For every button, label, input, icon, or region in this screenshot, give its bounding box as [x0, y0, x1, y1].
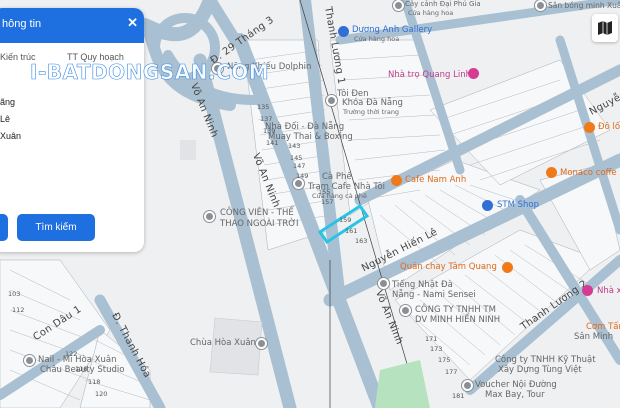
map-icon: [598, 21, 612, 35]
cafe-nam-anh-pin-icon[interactable]: [391, 175, 402, 186]
lot-number: 173: [430, 345, 443, 353]
lot-number: 159: [339, 216, 352, 224]
lot-number: 177: [445, 368, 458, 376]
nail-pin-icon[interactable]: [24, 355, 35, 366]
lot-number: 137: [260, 115, 273, 123]
search-button[interactable]: Tìm kiếm: [17, 214, 95, 241]
poi-ca-phe[interactable]: Cà Phê: [322, 172, 352, 182]
lot-number: 181: [452, 392, 465, 400]
class-pin-icon[interactable]: [326, 95, 337, 106]
back-button[interactable]: [0, 214, 8, 241]
field-pin-icon[interactable]: [535, 0, 546, 11]
poi-khoa-da-nang[interactable]: Khóa Đà Nẵng: [342, 98, 403, 108]
poi-do-lo[interactable]: Đô lố: [598, 122, 620, 132]
lot-number: 135: [257, 103, 270, 111]
lot-number: 120: [95, 390, 108, 398]
lot-number: 175: [438, 356, 451, 364]
poi-com-sub: Sân Minh: [574, 332, 614, 342]
shop-blue-pin-icon[interactable]: [482, 200, 493, 211]
poi-cay-canh-sub: Cửa hàng hoa: [408, 9, 454, 17]
poi-duong-anh-gallery[interactable]: Dương Anh Gallery: [352, 25, 432, 35]
lot-number: 155: [318, 188, 331, 196]
poi-cay-canh[interactable]: Cây cảnh Đại Phú Gia: [405, 0, 481, 8]
poi-stm-shop[interactable]: STM Shop: [497, 200, 539, 210]
language-pin-icon[interactable]: [378, 278, 389, 289]
poi-voucher[interactable]: Voucher Nội Đường: [475, 380, 557, 390]
panel-header: hông tin: [0, 8, 144, 43]
lot-number: 143: [288, 142, 301, 150]
list-item: Lê: [0, 114, 11, 124]
poi-nha-xu[interactable]: Nhà xu: [597, 286, 620, 296]
poi-khoa-sub: Trường thời trang: [343, 108, 400, 116]
poi-cong-ty-tm[interactable]: CÔNG TY TNHH TM DV MINH HIỂN NINH: [415, 305, 505, 325]
poi-monaco[interactable]: Monaco coffe: [560, 168, 617, 178]
lot-number: 149: [296, 172, 309, 180]
lot-number: 116: [75, 365, 88, 373]
lot-number: 147: [293, 162, 306, 170]
address-list: ãng Lê Xuân: [0, 94, 21, 145]
poi-cong-vien[interactable]: CÔNG VIÊN - THỂ THAO NGOÀI TRỜI: [220, 208, 300, 230]
gallery-pin-icon[interactable]: [338, 26, 349, 37]
monaco-pin-icon[interactable]: [546, 167, 557, 178]
lot-number: 103: [8, 290, 21, 298]
poi-chua-hoa-xuan[interactable]: Chùa Hòa Xuân: [190, 338, 256, 348]
map-layers-button[interactable]: [592, 14, 618, 42]
lot-number: 157: [321, 198, 334, 206]
poi-cafe-nam-anh[interactable]: Cafe Nam Anh: [405, 175, 466, 185]
close-icon[interactable]: ✕: [127, 15, 138, 31]
voucher-pin-icon[interactable]: [462, 380, 473, 391]
lot-number: 145: [290, 154, 303, 162]
poi-cong-ty-ky-thuat[interactable]: Công ty TNHH Kỹ Thuật: [495, 355, 596, 365]
poi-nha-tro[interactable]: Nhà trọ Quang Linh: [388, 70, 471, 80]
list-item: Xuân: [0, 131, 22, 141]
lot-number: 122: [65, 350, 78, 358]
poi-quan-chay[interactable]: Quán chay Tâm Quang: [400, 262, 497, 272]
poi-cong-ty-sub: Xây Dựng Tùng Việt: [498, 365, 582, 375]
lot-number: 118: [88, 378, 101, 386]
park-pin-icon[interactable]: [204, 211, 215, 222]
lot-number: 139: [263, 127, 276, 135]
lot-number: 161: [345, 227, 358, 235]
watermark-logo: I-BATDONGSAN.COM: [30, 60, 270, 85]
nha-pin-icon[interactable]: [582, 285, 593, 296]
lot-number: 163: [355, 237, 368, 245]
company-pin-icon[interactable]: [400, 305, 411, 316]
lot-number: 171: [425, 335, 438, 343]
poi-com-tam[interactable]: Cơm Tấm: [586, 322, 620, 332]
list-item: ãng: [0, 97, 16, 107]
poi-duong-anh-sub: Cửa hàng hoa: [354, 35, 400, 43]
poi-voucher-2: Max Bay, Tour: [485, 390, 545, 400]
info-panel: hông tin ✕ Kiến trúc TT Quy hoạch ãng Lê…: [0, 8, 144, 252]
dolo-pin-icon[interactable]: [584, 122, 595, 133]
temple-pin-icon[interactable]: [256, 338, 267, 349]
poi-muay-thai[interactable]: Muay Thai & Boxing: [268, 132, 353, 142]
poi-tieng-nhat[interactable]: Tiếng Nhật Đà Nẵng - Nami Sensei: [392, 280, 477, 300]
hotel-pin-icon[interactable]: [468, 68, 479, 79]
poi-nha-doi[interactable]: Nhà Đối - Đà Nẵng: [265, 122, 344, 132]
restaurant-pin-icon[interactable]: [502, 262, 513, 273]
lot-number: 112: [12, 306, 25, 314]
lot-number: 141: [266, 139, 279, 147]
shop-pin-icon[interactable]: [393, 0, 404, 11]
poi-san-bong[interactable]: Sân bóng minh Xuân: [548, 1, 620, 10]
panel-title: hông tin: [2, 18, 42, 30]
